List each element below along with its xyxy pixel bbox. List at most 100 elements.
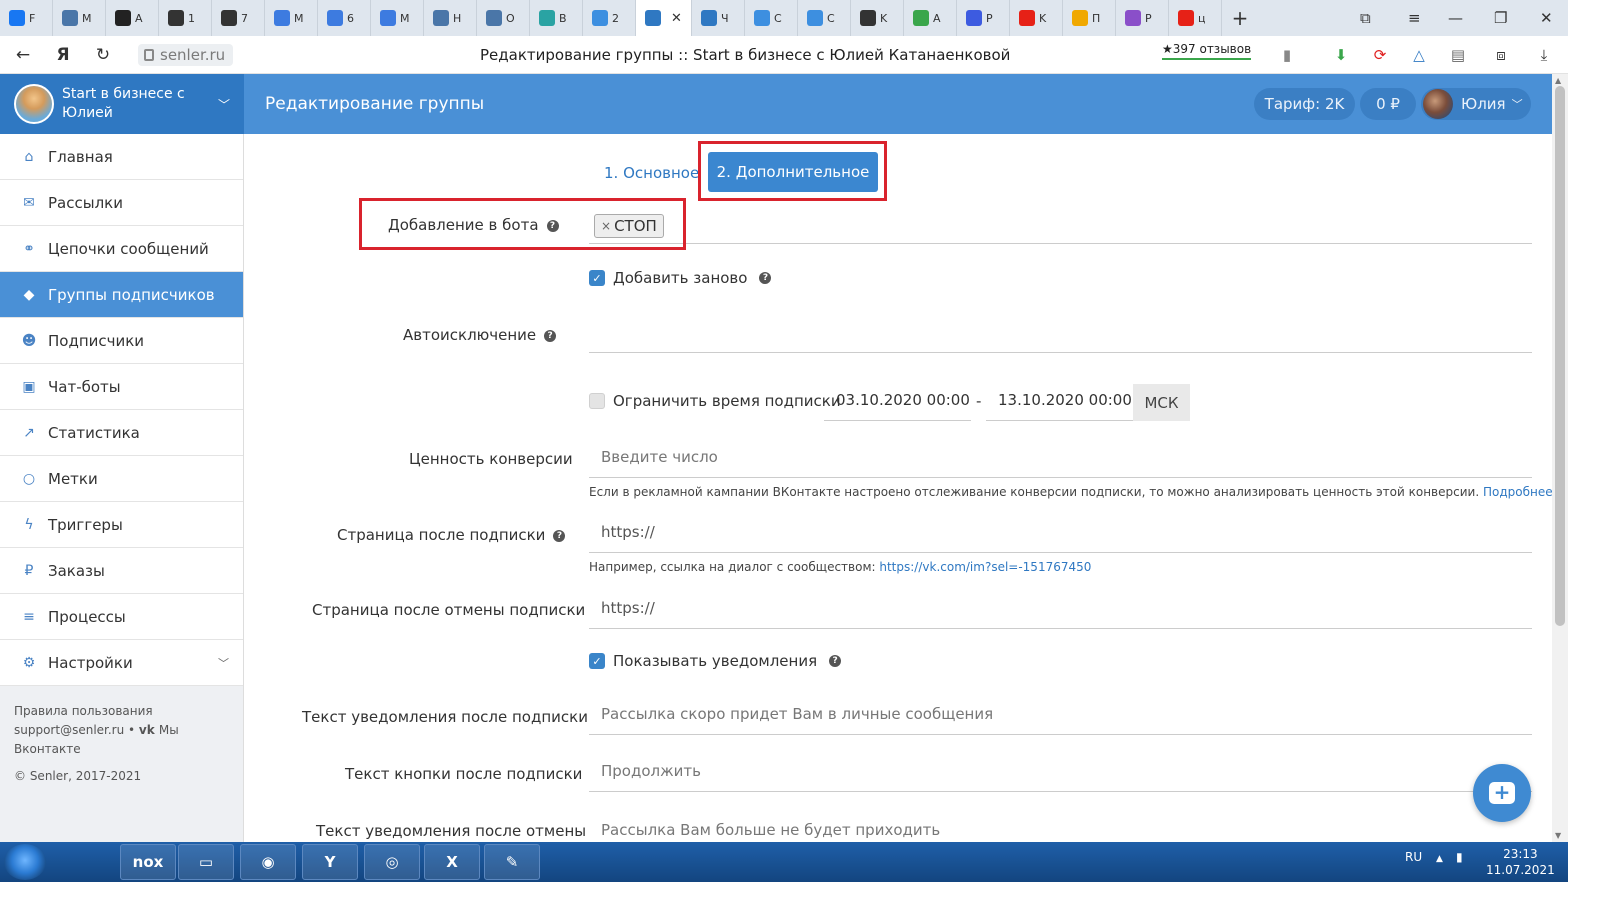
sidebar-item[interactable]: ⚭ Цепочки сообщений	[0, 226, 243, 272]
new-tab-button[interactable]: +	[1222, 0, 1258, 36]
paint-icon[interactable]: ✎	[484, 844, 540, 880]
triangle-ext-icon[interactable]: △	[1408, 44, 1430, 66]
notif-after-unsub-input[interactable]: Рассылка Вам больше не будет приходить	[589, 807, 1532, 842]
sidebar-item[interactable]: ₽ Заказы	[0, 548, 243, 594]
nox-icon[interactable]: nox	[120, 844, 176, 880]
tray-expand-icon[interactable]: ▲	[1436, 854, 1443, 864]
group-selector[interactable]: Start в бизнесе с Юлией ﹀	[0, 74, 244, 134]
sidebar-item[interactable]: ϟ Триггеры	[0, 502, 243, 548]
help-icon[interactable]: ?	[759, 272, 772, 284]
rules-link[interactable]: Правила пользования	[14, 702, 229, 721]
language-indicator[interactable]: RU	[1405, 850, 1422, 864]
help-icon[interactable]: ?	[553, 529, 566, 542]
sidebar-item[interactable]: ▣ Чат-боты	[0, 364, 243, 410]
tab-basic[interactable]: 1. Основное	[604, 164, 699, 182]
re-add-checkbox[interactable]: ✓ Добавить заново?	[589, 269, 772, 287]
clock[interactable]: 23:13 11.07.2021	[1486, 846, 1555, 878]
sidebar-item[interactable]: ○ Метки	[0, 456, 243, 502]
help-icon[interactable]: ?	[544, 329, 557, 342]
browser-tab[interactable]: A	[106, 0, 159, 36]
close-window-icon[interactable]: ✕	[1540, 0, 1553, 36]
scroll-down-icon[interactable]: ▼	[1555, 831, 1561, 840]
chat-button[interactable]: +	[1473, 764, 1531, 822]
photo-app-icon[interactable]: ◎	[364, 844, 420, 880]
browser-tab[interactable]: ц	[1169, 0, 1222, 36]
browser-tab[interactable]: ✕	[636, 0, 692, 36]
clock-time: 23:13	[1503, 847, 1538, 861]
after-unsub-input[interactable]: https://	[589, 587, 1532, 629]
browser-tab[interactable]: 6	[318, 0, 371, 36]
sidebar-item[interactable]: ⚙ Настройки ﹀	[0, 640, 243, 686]
scroll-up-icon[interactable]: ▲	[1555, 76, 1561, 85]
browser-tab[interactable]: M	[371, 0, 424, 36]
browser-tab[interactable]: 2	[583, 0, 636, 36]
scroll-thumb[interactable]	[1555, 86, 1565, 626]
browser-tab[interactable]: M	[265, 0, 318, 36]
excel-icon[interactable]: X	[424, 844, 480, 880]
date-from-input[interactable]: 03.10.2020 00:00	[824, 380, 971, 421]
browser-tab[interactable]: B	[530, 0, 583, 36]
yandex-icon[interactable]: Я	[48, 40, 78, 70]
yandex-browser-icon[interactable]: Y	[302, 844, 358, 880]
vk-icon	[486, 10, 502, 26]
more-link[interactable]: Подробнее	[1483, 485, 1553, 499]
add-to-bot-field[interactable]	[589, 202, 1532, 244]
browser-tab[interactable]: 7	[212, 0, 265, 36]
sidebar-item[interactable]: ☻ Подписчики	[0, 318, 243, 364]
browser-tab[interactable]: O	[477, 0, 530, 36]
user-menu[interactable]: Юлия ﹀	[1421, 88, 1531, 120]
bookmark-icon[interactable]: ▮	[1276, 44, 1298, 66]
sidebar-item[interactable]: ↗ Статистика	[0, 410, 243, 456]
refresh-ext-icon[interactable]: ⟳	[1369, 44, 1391, 66]
browser-tab[interactable]: P	[957, 0, 1010, 36]
start-button[interactable]	[4, 844, 46, 880]
collections-icon[interactable]: ⧈	[1490, 44, 1512, 66]
tariff-badge[interactable]: Тариф: 2K	[1254, 88, 1355, 120]
help-icon[interactable]: ?	[829, 655, 842, 667]
sidebar-item[interactable]: ≡ Процессы	[0, 594, 243, 640]
timezone-addon: МСК	[1133, 384, 1190, 421]
browser-tab[interactable]: K	[851, 0, 904, 36]
browser-tab[interactable]: P	[1116, 0, 1169, 36]
explorer-icon[interactable]: ▭	[178, 844, 234, 880]
support-email[interactable]: support@senler.ru •	[14, 723, 139, 737]
close-tab-icon[interactable]: ✕	[671, 11, 682, 26]
vk-dialog-link[interactable]: https://vk.com/im?sel=-151767450	[879, 560, 1091, 574]
browser-tab[interactable]: П	[1063, 0, 1116, 36]
download-ext-icon[interactable]: ⬇	[1330, 44, 1352, 66]
sidebar-item[interactable]: ◆ Группы подписчиков	[0, 272, 243, 318]
downloads-icon[interactable]: ⤓	[1533, 44, 1555, 66]
browser-tab[interactable]: H	[424, 0, 477, 36]
button-after-sub-input[interactable]: Продолжить	[589, 750, 1532, 792]
reload-icon[interactable]: ↻	[88, 40, 118, 70]
conversion-input[interactable]: Введите число	[589, 436, 1532, 478]
restore-icon[interactable]: ❐	[1494, 0, 1507, 36]
date-to-input[interactable]: 13.10.2020 00:00	[986, 380, 1133, 421]
tab-manager-icon[interactable]: ⧉	[1360, 0, 1371, 36]
after-sub-input[interactable]: https://	[589, 511, 1532, 553]
gallery-ext-icon[interactable]: ▤	[1447, 44, 1469, 66]
browser-tab[interactable]: C	[798, 0, 851, 36]
notif-after-sub-input[interactable]: Рассылка скоро придет Вам в личные сообщ…	[589, 693, 1532, 735]
browser-tab[interactable]: F	[0, 0, 53, 36]
back-icon[interactable]: ←	[8, 40, 38, 70]
browser-tab[interactable]: C	[745, 0, 798, 36]
browser-menu-icon[interactable]: ≡	[1408, 0, 1421, 36]
minimize-icon[interactable]: —	[1448, 0, 1463, 36]
page-scrollbar[interactable]: ▲ ▼	[1552, 74, 1568, 842]
sidebar-item[interactable]: ⌂ Главная	[0, 134, 243, 180]
sidebar-item[interactable]: ✉ Рассылки	[0, 180, 243, 226]
network-icon[interactable]: ▮	[1456, 850, 1463, 864]
browser-tab[interactable]: 1	[159, 0, 212, 36]
limit-time-checkbox[interactable]: Ограничить время подписки	[589, 392, 841, 410]
reviews-badge[interactable]: ★397 отзывов	[1162, 42, 1252, 60]
url-field[interactable]: senler.ru	[138, 44, 234, 66]
browser-tab[interactable]: M	[53, 0, 106, 36]
browser-tab[interactable]: A	[904, 0, 957, 36]
show-notifications-checkbox[interactable]: ✓ Показывать уведомления?	[589, 652, 842, 670]
chrome-icon[interactable]: ◉	[240, 844, 296, 880]
browser-tab[interactable]: K	[1010, 0, 1063, 36]
balance-badge[interactable]: 0 ₽	[1360, 88, 1416, 120]
browser-tab[interactable]: Ч	[692, 0, 745, 36]
auto-exclude-field[interactable]	[589, 311, 1532, 353]
